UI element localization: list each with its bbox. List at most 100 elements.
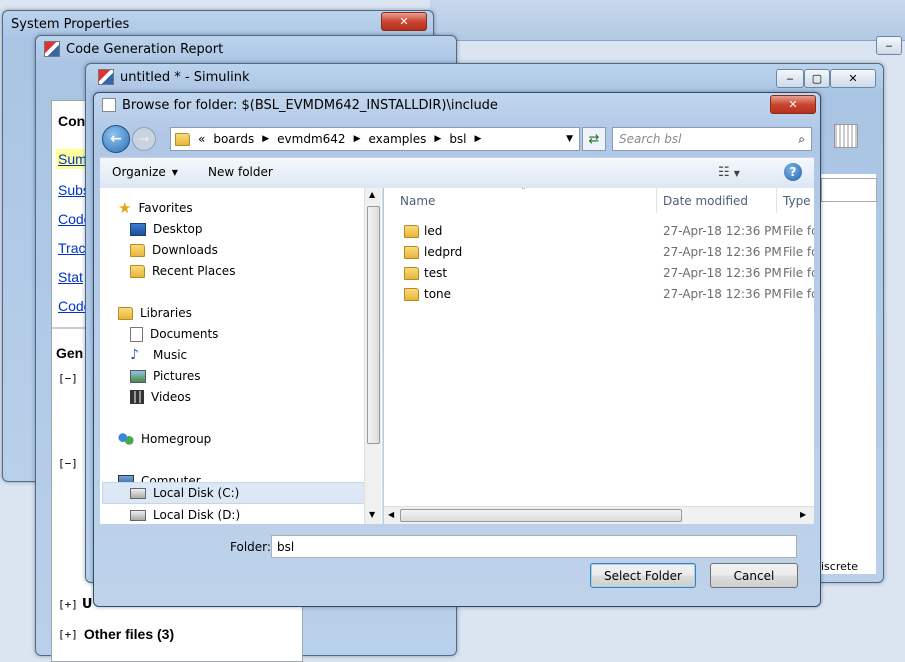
nav-scroll-down-icon[interactable]: ▼ [369, 510, 375, 519]
static-code-link[interactable]: Stat [58, 269, 83, 285]
file-row[interactable]: ledprd 27-Apr-18 12:36 PM File fo [384, 242, 814, 263]
nav-homegroup-label: Homegroup [141, 432, 212, 446]
nav-documents[interactable]: Documents [130, 324, 218, 344]
search-box[interactable]: Search bsl ⌕ [612, 127, 812, 151]
simulink-toolbar-icon[interactable] [834, 124, 858, 148]
star-icon: ★ [118, 199, 132, 217]
cancel-label: Cancel [733, 568, 775, 583]
crumb-evmdm642[interactable]: evmdm642 [277, 132, 345, 146]
file-date: 27-Apr-18 12:36 PM [663, 287, 782, 301]
address-bar[interactable]: « boards ▶ evmdm642 ▶ examples ▶ bsl ▶ ▼ [170, 127, 580, 151]
recent-places-icon [130, 264, 145, 278]
contents-heading: Con [58, 113, 86, 129]
expander-utility-toggle[interactable]: [+] [58, 598, 78, 611]
crumb-bsl[interactable]: bsl [449, 132, 466, 146]
search-icon: ⌕ [798, 131, 805, 146]
traceability-link[interactable]: Trac [58, 240, 85, 256]
column-name-header[interactable]: Name [400, 188, 654, 213]
simulink-canvas [816, 174, 876, 574]
dialog-title: Browse for folder: $(BSL_EVMDM642_INSTAL… [122, 97, 498, 113]
dialog-folder-icon [102, 98, 116, 112]
crumb-arrow-icon: ▶ [434, 134, 442, 144]
folder-input[interactable]: bsl [271, 535, 797, 558]
file-row[interactable]: tone 27-Apr-18 12:36 PM File fo [384, 284, 814, 305]
refresh-button[interactable]: ⇄ [582, 127, 606, 151]
expander-utility: [+] U [58, 597, 92, 612]
nav-local-disk-d-label: Local Disk (D:) [153, 508, 241, 522]
nav-downloads[interactable]: Downloads [130, 240, 218, 260]
file-row[interactable]: led 27-Apr-18 12:36 PM File fo [384, 221, 814, 242]
nav-scroll-up-icon[interactable]: ▲ [369, 190, 375, 199]
nav-desktop[interactable]: Desktop [130, 219, 203, 239]
code-gen-title: Code Generation Report [66, 41, 224, 57]
background-minimize-button[interactable]: ‒ [876, 36, 902, 55]
organize-dropdown-icon: ▼ [171, 167, 178, 177]
file-name: tone [424, 287, 452, 301]
nav-pictures[interactable]: Pictures [130, 366, 201, 386]
expander-model[interactable]: [−] [58, 372, 78, 385]
simulink-status-text: iscrete [821, 560, 858, 573]
music-icon: ♪ [130, 347, 139, 363]
column-divider[interactable] [656, 188, 657, 213]
nav-local-disk-c[interactable]: Local Disk (C:) [130, 483, 239, 503]
matlab-icon [44, 41, 60, 57]
select-folder-button[interactable]: Select Folder [590, 563, 696, 588]
simulink-maximize-button[interactable]: ▢ [804, 69, 830, 88]
nav-scroll-thumb[interactable] [367, 206, 380, 444]
view-options-icon[interactable]: ☷ ▼ [718, 165, 740, 180]
nav-music[interactable]: ♪ Music [130, 345, 187, 365]
folder-label: Folder: [230, 540, 271, 554]
crumb-boards[interactable]: boards [213, 132, 254, 146]
nav-downloads-label: Downloads [152, 243, 218, 257]
browse-folder-dialog: Browse for folder: $(BSL_EVMDM642_INSTAL… [93, 92, 821, 607]
forward-button[interactable]: → [132, 127, 156, 151]
file-hscrollbar[interactable]: ◀ ▶ [384, 506, 814, 524]
nav-favorites[interactable]: ★ Favorites [118, 198, 193, 218]
summary-link[interactable]: Sum [56, 149, 88, 169]
file-type: File fo [783, 245, 814, 259]
crumb-arrow-icon: ▶ [262, 134, 270, 144]
nav-local-disk-c-selected[interactable]: Local Disk (C:) [102, 482, 366, 504]
back-button[interactable]: ← [102, 125, 130, 153]
column-date-header[interactable]: Date modified [663, 188, 773, 213]
simulink-dropdown[interactable] [821, 178, 877, 202]
nav-music-label: Music [153, 348, 188, 362]
crumb-examples[interactable]: examples [368, 132, 426, 146]
organize-label: Organize [112, 165, 166, 179]
file-row[interactable]: test 27-Apr-18 12:36 PM File fo [384, 263, 814, 284]
organize-button[interactable]: Organize ▼ [112, 165, 178, 179]
file-type: File fo [783, 266, 814, 280]
column-type-header[interactable]: Type [783, 188, 814, 213]
other-files-label: Other files (3) [83, 626, 175, 642]
homegroup-icon [118, 432, 134, 446]
code-gen-titlebar: Code Generation Report [36, 36, 456, 62]
hscroll-left-icon[interactable]: ◀ [388, 510, 394, 519]
simulink-close-button[interactable]: ✕ [830, 69, 876, 88]
nav-local-disk-d[interactable]: Local Disk (D:) [130, 505, 240, 524]
system-properties-close-button[interactable]: ✕ [381, 12, 427, 31]
background-window-strip [430, 0, 905, 41]
file-name: test [424, 266, 448, 280]
address-dropdown-icon[interactable]: ▼ [566, 134, 573, 144]
file-date: 27-Apr-18 12:36 PM [663, 224, 782, 238]
new-folder-button[interactable]: New folder [208, 165, 273, 179]
generated-heading: Gen [56, 345, 84, 361]
column-divider[interactable] [776, 188, 777, 213]
nav-recent-places[interactable]: Recent Places [130, 261, 235, 281]
hscroll-right-icon[interactable]: ▶ [800, 510, 806, 519]
help-icon[interactable]: ? [784, 163, 802, 181]
documents-icon [130, 326, 143, 342]
other-files-toggle[interactable]: [+] [58, 628, 78, 641]
dialog-close-button[interactable]: ✕ [770, 95, 816, 114]
nav-videos[interactable]: Videos [130, 387, 191, 407]
downloads-icon [130, 243, 145, 257]
address-chevron[interactable]: « [198, 132, 205, 146]
cancel-button[interactable]: Cancel [710, 563, 798, 588]
hscroll-thumb[interactable] [400, 509, 682, 522]
expander-shared[interactable]: [−] [58, 457, 78, 470]
nav-homegroup[interactable]: Homegroup [118, 429, 211, 449]
nav-libraries[interactable]: Libraries [118, 303, 192, 323]
desktop-icon [130, 222, 146, 236]
simulink-minimize-button[interactable]: ‒ [776, 69, 804, 88]
nav-scrollbar[interactable]: ▲ ▼ [364, 188, 381, 524]
